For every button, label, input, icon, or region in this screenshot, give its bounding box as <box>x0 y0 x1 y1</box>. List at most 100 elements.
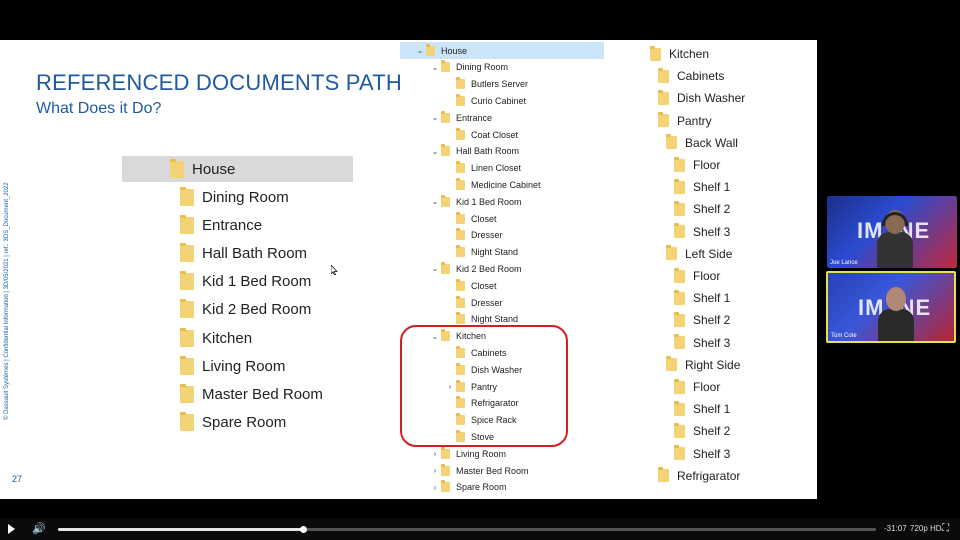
play-icon[interactable] <box>8 524 15 534</box>
folder-icon <box>666 356 677 372</box>
tree-item[interactable]: Left Side <box>666 244 732 264</box>
tree-item-label: Refrigarator <box>677 468 741 483</box>
collapse-chevron-icon[interactable]: ⌄ <box>414 46 426 55</box>
tree-item[interactable]: Right Side <box>666 355 740 375</box>
explorer-tree-item[interactable]: Dresser <box>444 294 503 311</box>
tree-item[interactable]: Master Bed Room <box>180 381 323 407</box>
tree-item[interactable]: Living Room <box>180 353 285 379</box>
tree-item[interactable]: Shelf 3 <box>674 333 730 353</box>
folder-icon <box>674 178 685 194</box>
quality-badge[interactable]: 720p HD <box>910 524 942 533</box>
explorer-tree-item[interactable]: Linen Closet <box>444 160 521 177</box>
tree-item[interactable]: Hall Bath Room <box>180 240 307 266</box>
folder-icon <box>674 400 685 416</box>
tree-item[interactable]: Shelf 3 <box>674 444 730 464</box>
explorer-tree-item[interactable]: Closet <box>444 210 497 227</box>
fullscreen-icon[interactable]: ⛶ <box>942 523 954 535</box>
tree-item[interactable]: Shelf 1 <box>674 288 730 308</box>
tree-item-label: Night Stand <box>471 247 519 258</box>
progress-slider[interactable] <box>58 526 876 533</box>
explorer-tree-item[interactable]: ⌄ Dining Room <box>429 59 508 76</box>
folder-icon <box>180 242 194 262</box>
tree-item[interactable]: Shelf 3 <box>674 222 730 242</box>
tree-item-label: Dining Room <box>202 188 289 206</box>
collapse-chevron-icon[interactable]: ⌄ <box>429 264 441 273</box>
tree-item-label: Shelf 2 <box>693 202 731 217</box>
explorer-tree-item[interactable]: Closet <box>444 277 497 294</box>
tree-item[interactable]: Shelf 1 <box>674 399 730 419</box>
tree-item[interactable]: Floor <box>674 155 720 175</box>
tree-item[interactable]: Spare Room <box>180 410 286 436</box>
collapse-chevron-icon[interactable]: ⌄ <box>429 113 441 122</box>
mouse-cursor-icon <box>331 265 338 275</box>
tree-item-label: Coat Closet <box>471 129 519 140</box>
tree-item-label: Back Wall <box>685 135 738 150</box>
explorer-tree-item[interactable]: Curio Cabinet <box>444 92 526 109</box>
explorer-tree-item[interactable]: › Spare Room <box>429 479 507 496</box>
participant-video-tile[interactable]: IM INE Joe Lance <box>827 196 957 268</box>
tree-item-label: Closet <box>471 213 497 224</box>
expand-chevron-icon[interactable]: › <box>429 483 441 492</box>
folder-icon <box>180 271 194 291</box>
folder-icon <box>456 211 465 224</box>
tree-item[interactable]: Floor <box>674 266 720 286</box>
volume-icon[interactable]: 🔊 <box>32 522 46 536</box>
folder-icon <box>441 463 450 476</box>
explorer-tree-item[interactable]: ⌄ House <box>400 42 604 59</box>
tree-item-label: Kid 1 Bed Room <box>456 196 522 207</box>
folder-icon <box>650 45 661 61</box>
folder-icon <box>180 412 194 432</box>
tree-item[interactable]: Refrigarator <box>658 466 740 486</box>
tree-item[interactable]: Kitchen <box>180 325 252 351</box>
explorer-tree-item[interactable]: Butlers Server <box>444 76 528 93</box>
slide-title: REFERENCED DOCUMENTS PATH <box>36 70 402 95</box>
tree-item-label: House <box>192 160 236 178</box>
explorer-tree-item[interactable]: Coat Closet <box>444 126 518 143</box>
copyright-notice: © Dassault Systèmes | Confidential Infor… <box>4 182 10 420</box>
folder-icon <box>180 214 194 234</box>
explorer-tree-item[interactable]: Medicine Cabinet <box>444 176 541 193</box>
folder-icon <box>658 67 669 83</box>
tree-item[interactable]: Back Wall <box>666 133 738 153</box>
explorer-tree-item[interactable]: ⌄ Kid 2 Bed Room <box>429 260 522 277</box>
tree-item-label: Shelf 3 <box>693 446 731 461</box>
tree-item-label: Kid 2 Bed Room <box>456 263 522 274</box>
tree-item[interactable]: Kid 2 Bed Room <box>180 297 311 323</box>
tree-item[interactable]: Kitchen <box>650 44 709 64</box>
tree-item[interactable]: Shelf 2 <box>674 199 730 219</box>
tree-item-house[interactable]: House <box>122 156 353 182</box>
expand-chevron-icon[interactable]: › <box>429 449 441 458</box>
tree-item[interactable]: Shelf 2 <box>674 310 730 330</box>
collapse-chevron-icon[interactable]: ⌄ <box>429 147 441 156</box>
tree-item-label: Shelf 3 <box>693 335 731 350</box>
tree-item-label: Master Bed Room <box>456 465 529 476</box>
tree-item-label: Curio Cabinet <box>471 95 527 106</box>
explorer-tree-item[interactable]: Night Stand <box>444 244 518 261</box>
tree-item-label: Floor <box>693 158 721 172</box>
tree-item[interactable]: Shelf 2 <box>674 421 730 441</box>
collapse-chevron-icon[interactable]: ⌄ <box>429 197 441 206</box>
explorer-tree-item[interactable]: Dresser <box>444 227 503 244</box>
tree-item[interactable]: Dining Room <box>180 184 289 210</box>
tree-item-label: Shelf 3 <box>693 224 731 239</box>
tree-item[interactable]: Cabinets <box>658 66 724 86</box>
explorer-tree-item[interactable]: › Living Room <box>429 445 506 462</box>
folder-icon <box>441 144 450 157</box>
progress-handle[interactable] <box>300 526 308 533</box>
tree-item[interactable]: Dish Washer <box>658 88 745 108</box>
explorer-tree-item[interactable]: › Master Bed Room <box>429 462 529 479</box>
tree-item[interactable]: Shelf 1 <box>674 177 730 197</box>
explorer-tree-item[interactable]: ⌄ Hall Bath Room <box>429 143 519 160</box>
folder-icon <box>456 245 465 258</box>
tree-item[interactable]: Pantry <box>658 111 712 131</box>
tree-item[interactable]: Kid 1 Bed Room <box>180 269 311 295</box>
expand-chevron-icon[interactable]: › <box>429 466 441 475</box>
participant-video-tile-active[interactable]: IM INE Tom Cote <box>826 271 956 343</box>
tree-item[interactable]: Entrance <box>180 212 262 238</box>
explorer-tree-item[interactable]: ⌄ Kid 1 Bed Room <box>429 193 522 210</box>
explorer-tree-item[interactable]: ⌄ Entrance <box>429 109 492 126</box>
tree-item-label: Right Side <box>685 357 741 372</box>
collapse-chevron-icon[interactable]: ⌄ <box>429 63 441 72</box>
tree-item[interactable]: Floor <box>674 377 720 397</box>
folder-icon <box>674 200 685 216</box>
